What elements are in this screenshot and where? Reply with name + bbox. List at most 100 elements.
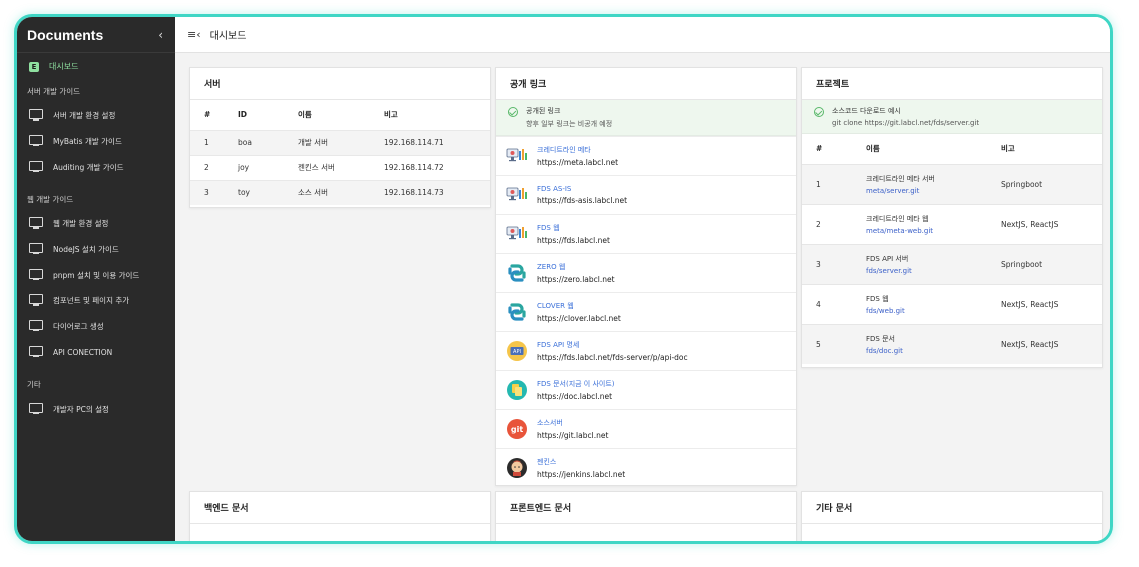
- table-row: 3 FDS API 서버 fds/server.git Springboot: [802, 243, 1102, 284]
- table-cell: 3: [190, 179, 238, 205]
- project-notice: 소스코드 다운로드 예시 git clone https://git.labcl…: [802, 100, 1102, 134]
- monitor-icon: [29, 402, 43, 416]
- link-item-meta[interactable]: 크레디트라인 메타 https://meta.labcl.net: [496, 136, 796, 175]
- sidebar-section-server: 서버 개발 가이드: [27, 87, 81, 96]
- sidebar-item-dev-pc[interactable]: 개발자 PC의 설정: [17, 396, 175, 422]
- table-cell: 소스 서버: [298, 179, 384, 205]
- link-item-jenkins[interactable]: 젠킨스 https://jenkins.labcl.net: [496, 448, 796, 485]
- column-header: 이름: [866, 144, 880, 154]
- sidebar: Documents ‹ E 대시보드 서버 개발 가이드 서버 개발 환경 설정…: [17, 17, 175, 541]
- monitor-icon: [29, 294, 43, 307]
- sidebar-item-label: 컴포넌트 및 페이지 추가: [53, 296, 130, 306]
- link-url: https://fds.labcl.net/fds-server/p/api-d…: [537, 353, 688, 362]
- link-url: https://fds.labcl.net: [537, 236, 610, 245]
- table-cell: Springboot: [1001, 243, 1102, 284]
- table-cell: 192.168.114.73: [384, 179, 490, 205]
- column-header: #: [816, 144, 823, 154]
- monitor-icon: [29, 320, 43, 333]
- public-links-card: 공개 링크 공개된 링크 향후 일부 링크는 비공개 예정 크레디트라인 메타 …: [495, 67, 797, 486]
- sidebar-item-label: 개발자 PC의 설정: [53, 404, 109, 414]
- project-card-title: 프로젝트: [802, 68, 1102, 100]
- table-cell: 192.168.114.71: [384, 129, 490, 155]
- project-repo-link[interactable]: fds/server.git: [866, 267, 1001, 275]
- sidebar-item-label: Auditing 개발 가이드: [53, 162, 124, 172]
- server-card: 서버 # ID 이름 비고 1 boa 개발 서버 192.168.114.71…: [189, 67, 491, 208]
- git-label: git: [511, 425, 523, 434]
- check-circle-icon: [508, 107, 518, 117]
- api-doc-icon: API: [506, 340, 528, 362]
- sidebar-item-auditing[interactable]: Auditing 개발 가이드: [17, 154, 175, 180]
- sidebar-section-other: 기타: [27, 380, 41, 390]
- project-name: 크레디트라인 메타 웹: [866, 214, 929, 223]
- sidebar-item-pnpm[interactable]: pnpm 설치 및 이용 가이드: [17, 262, 175, 288]
- project-repo-link[interactable]: meta/meta-web.git: [866, 227, 1001, 235]
- project-name: 크레디트라인 메타 서버: [866, 174, 935, 183]
- link-name: CLOVER 웹: [537, 302, 574, 310]
- link-url: https://jenkins.labcl.net: [537, 470, 626, 479]
- link-url: https://clover.labcl.net: [537, 314, 621, 323]
- other-docs-title: 기타 문서: [802, 492, 1102, 524]
- table-row: 1 크레디트라인 메타 서버 meta/server.git Springboot: [802, 163, 1102, 204]
- table-row: 2 크레디트라인 메타 웹 meta/meta-web.git NextJS, R…: [802, 203, 1102, 244]
- link-url: https://fds-asis.labcl.net: [537, 196, 628, 205]
- link-name: FDS 문서(지금 이 사이트): [537, 380, 615, 388]
- link-item-clover[interactable]: CLOVER 웹 https://clover.labcl.net: [496, 292, 796, 331]
- link-name: 소스서버: [537, 419, 563, 427]
- sidebar-item-components[interactable]: 컴포넌트 및 페이지 추가: [17, 288, 175, 314]
- column-header: ID: [238, 110, 248, 120]
- sidebar-item-dashboard[interactable]: E 대시보드: [29, 61, 175, 72]
- table-cell: 5: [802, 323, 866, 364]
- sidebar-item-nodejs[interactable]: NodeJS 설치 가이드: [17, 237, 175, 263]
- project-repo-link[interactable]: meta/server.git: [866, 187, 1001, 195]
- sidebar-header: Documents ‹: [17, 17, 175, 53]
- project-name: FDS 웹: [866, 294, 889, 303]
- knot-logo-icon: [506, 262, 528, 284]
- monitor-icon: [29, 217, 43, 230]
- table-cell: 4: [802, 283, 866, 324]
- chevron-left-icon[interactable]: ‹: [158, 28, 163, 42]
- sidebar-item-label: pnpm 설치 및 이용 가이드: [53, 270, 140, 280]
- link-name: ZERO 웹: [537, 263, 566, 271]
- project-repo-link[interactable]: fds/web.git: [866, 307, 1001, 315]
- monitor-icon: [29, 160, 43, 174]
- notice-text: git clone https://git.labcl.net/fds/serv…: [832, 119, 980, 127]
- link-item-docs[interactable]: FDS 문서(지금 이 사이트) https://doc.labcl.net: [496, 370, 796, 409]
- link-item-git[interactable]: git 소스서버 https://git.labcl.net: [496, 409, 796, 448]
- monitor-icon: [29, 135, 43, 148]
- sidebar-item-api-connection[interactable]: API CONECTION: [17, 340, 175, 366]
- link-name: FDS API 명세: [537, 341, 580, 349]
- sidebar-title: Documents: [27, 26, 104, 43]
- table-row: 5 FDS 문서 fds/doc.git NextJS, ReactJS: [802, 323, 1102, 364]
- link-item-fds-web[interactable]: FDS 웹 https://fds.labcl.net: [496, 214, 796, 253]
- documents-icon: [506, 379, 528, 401]
- table-cell: FDS API 서버 fds/server.git: [866, 243, 1001, 284]
- backend-docs-card: 백엔드 문서: [189, 491, 491, 541]
- link-url: https://zero.labcl.net: [537, 275, 615, 284]
- table-cell: toy: [238, 179, 298, 205]
- sidebar-section-web: 웹 개발 가이드: [27, 195, 74, 205]
- table-row: 2 joy 젠킨스 서버 192.168.114.72: [190, 154, 490, 180]
- app-window: Documents ‹ E 대시보드 서버 개발 가이드 서버 개발 환경 설정…: [14, 14, 1113, 544]
- menu-collapse-icon[interactable]: ≡‹: [187, 28, 201, 41]
- monitor-chart-icon: [506, 184, 528, 206]
- sidebar-item-dialog[interactable]: 다이어로그 생성: [17, 314, 175, 340]
- sidebar-item-label: NodeJS 설치 가이드: [53, 245, 119, 255]
- backend-docs-title: 백엔드 문서: [190, 492, 490, 524]
- link-item-api-doc[interactable]: API FDS API 명세 https://fds.labcl.net/fds…: [496, 331, 796, 370]
- table-cell: NextJS, ReactJS: [1001, 323, 1102, 364]
- project-repo-link[interactable]: fds/doc.git: [866, 347, 1001, 355]
- links-notice: 공개된 링크 향후 일부 링크는 비공개 예정: [496, 100, 796, 136]
- column-header: #: [204, 110, 211, 120]
- link-item-fds-asis[interactable]: FDS AS-IS https://fds-asis.labcl.net: [496, 175, 796, 214]
- table-cell: Springboot: [1001, 163, 1102, 204]
- table-cell: 2: [190, 154, 238, 180]
- project-name: FDS API 서버: [866, 254, 909, 263]
- other-docs-card: 기타 문서: [801, 491, 1103, 541]
- link-url: https://doc.labcl.net: [537, 392, 613, 401]
- sidebar-item-mybatis[interactable]: MyBatis 개발 가이드: [17, 129, 175, 155]
- knot-logo-icon: [506, 301, 528, 323]
- sidebar-item-web-setup[interactable]: 웹 개발 환경 설정: [17, 211, 175, 237]
- monitor-icon: [29, 268, 43, 282]
- sidebar-item-server-setup[interactable]: 서버 개발 환경 설정: [17, 103, 175, 129]
- link-item-zero[interactable]: ZERO 웹 https://zero.labcl.net: [496, 253, 796, 292]
